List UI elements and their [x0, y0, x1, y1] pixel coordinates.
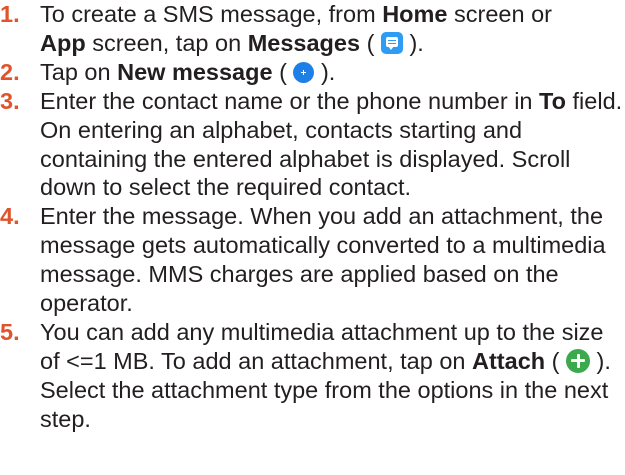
step-text: To create a SMS message, from Home scree… — [40, 1, 552, 56]
step-text: Tap on New message ( ). — [40, 59, 335, 85]
bold-term-to: To — [539, 87, 566, 114]
text-run: screen or — [447, 1, 552, 27]
step-number: 5. — [0, 318, 20, 345]
attach-plus-icon — [566, 348, 591, 373]
step-1: 1. To create a SMS message, from Home sc… — [0, 0, 625, 58]
step-3: 3. Enter the contact name or the phone n… — [0, 87, 625, 203]
step-number: 3. — [0, 87, 20, 114]
text-run: ). — [409, 29, 424, 56]
text-run: ( — [360, 29, 375, 56]
bold-term-attach: Attach — [472, 347, 546, 374]
text-run: ( — [272, 58, 287, 85]
step-5: 5. You can add any multimedia attachment… — [0, 318, 625, 434]
bold-term-home: Home — [382, 1, 448, 27]
step-number: 2. — [0, 58, 20, 85]
step-4: 4. Enter the message. When you add an at… — [0, 202, 625, 318]
text-run: Enter the contact name or the phone numb… — [40, 87, 540, 114]
step-text: Enter the message. When you add an attac… — [40, 203, 606, 317]
text-run: ( — [545, 347, 560, 374]
messages-app-icon — [380, 31, 403, 54]
bold-term-messages: Messages — [247, 29, 361, 56]
step-text: Enter the contact name or the phone numb… — [40, 88, 622, 201]
new-message-plus-icon — [293, 61, 315, 83]
step-2: 2. Tap on New message ( ). — [0, 58, 625, 87]
bold-term-app: App — [40, 29, 86, 56]
instruction-steps-list: 1. To create a SMS message, from Home sc… — [0, 0, 625, 434]
step-number: 4. — [0, 203, 20, 230]
text-run: Tap on — [40, 58, 118, 85]
step-number: 1. — [0, 1, 20, 27]
text-run: To create a SMS message, from — [40, 1, 383, 27]
text-run: screen, tap on — [85, 29, 248, 56]
text-run: ). — [320, 58, 336, 85]
step-text: You can add any multimedia attachment up… — [40, 319, 611, 432]
bold-term-new-message: New message — [117, 58, 273, 85]
